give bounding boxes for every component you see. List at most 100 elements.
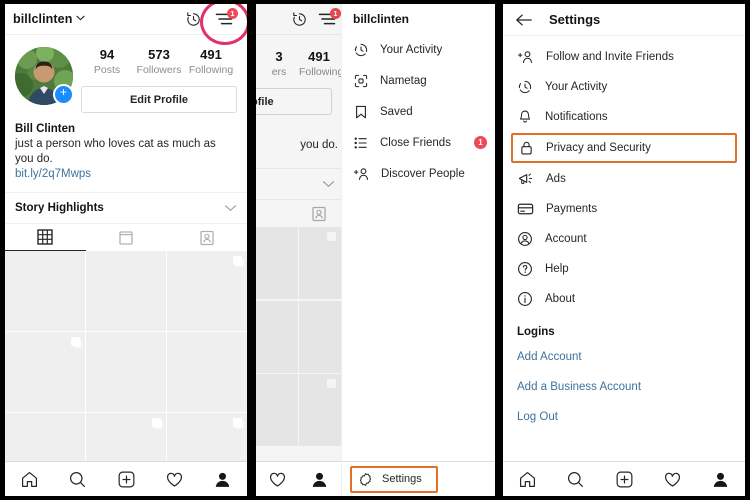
log-out-link[interactable]: Log Out [503, 402, 745, 432]
grid-cell[interactable] [5, 332, 85, 412]
arrow-left-icon[interactable] [515, 13, 533, 27]
bottom-navigation [5, 461, 247, 496]
settings-item-privacy-and-security[interactable]: Privacy and Security [511, 133, 737, 163]
display-name: Bill Clinten [15, 123, 76, 135]
grid-cell[interactable] [86, 332, 166, 412]
chevron-down-icon[interactable] [76, 15, 85, 23]
activity-nav[interactable] [150, 470, 198, 489]
add-business-account-link[interactable]: Add a Business Account [503, 372, 745, 402]
drawer-item-label: Saved [380, 105, 413, 118]
settings-item-follow-and-invite-friends[interactable]: Follow and Invite Friends [503, 42, 745, 72]
drawer-item-nametag[interactable]: Nametag [342, 65, 495, 96]
profile-summary: + 94 Posts 573 Followers 491 Following E… [5, 35, 247, 113]
drawer-item-your-activity[interactable]: Your Activity [342, 34, 495, 65]
nametag-icon [353, 73, 369, 89]
profile-username[interactable]: billclinten [13, 12, 72, 26]
grid-tab[interactable] [5, 224, 86, 251]
settings-item-notifications[interactable]: Notifications [503, 102, 745, 132]
profile-header: billclinten 1 [5, 4, 247, 45]
hamburger-menu-icon[interactable]: 1 [215, 8, 238, 26]
bio-text: just a person who loves cat as much as y… [15, 138, 216, 165]
post-grid [5, 251, 247, 494]
settings-item-label: Notifications [545, 111, 608, 123]
settings-item-your-activity[interactable]: Your Activity [503, 72, 745, 102]
edit-profile-button[interactable]: Edit Profile [81, 86, 237, 113]
tagged-tab[interactable] [166, 224, 247, 251]
drawer-item-label: Discover People [381, 167, 465, 180]
gear-icon [358, 472, 373, 487]
settings-label: Settings [382, 473, 422, 485]
bell-icon [517, 109, 533, 125]
settings-screen: Settings Follow and Invite Friends Your … [503, 4, 745, 496]
grid-cell[interactable] [167, 332, 247, 412]
story-highlights-section[interactable]: Story Highlights [5, 192, 247, 223]
settings-item-label: Ads [546, 173, 566, 185]
close-friends-badge: 1 [474, 136, 487, 149]
stat-followers[interactable]: 573 Followers [133, 47, 185, 78]
lock-icon [519, 140, 534, 156]
activity-nav[interactable] [256, 470, 299, 489]
add-post-nav[interactable] [102, 470, 150, 489]
menu-notification-badge: 1 [227, 8, 238, 19]
profile-nav[interactable] [697, 470, 745, 489]
settings-item-label: About [545, 293, 576, 305]
drawer-item-close-friends[interactable]: Close Friends 1 [342, 127, 495, 158]
chevron-down-icon[interactable] [224, 199, 237, 217]
profile-underlay: 1 3 ers 491 Following ofile you do. [256, 4, 341, 496]
settings-list: Follow and Invite Friends Your Activity … [503, 36, 745, 432]
activity-clock-icon [353, 42, 369, 58]
page-title: Settings [549, 12, 601, 27]
stat-posts[interactable]: 94 Posts [81, 47, 133, 78]
search-nav[interactable] [551, 470, 599, 489]
settings-item-ads[interactable]: Ads [503, 164, 745, 194]
home-nav[interactable] [5, 470, 53, 489]
home-nav[interactable] [503, 470, 551, 489]
drawer-username: billclinten [353, 12, 410, 26]
settings-item-about[interactable]: About [503, 284, 745, 314]
account-circle-icon [517, 231, 533, 247]
avatar-container[interactable]: + [15, 47, 74, 105]
settings-item-account[interactable]: Account [503, 224, 745, 254]
help-circle-icon [517, 261, 533, 277]
add-account-link[interactable]: Add Account [503, 342, 745, 372]
bio-link[interactable]: bit.ly/2q7Mwps [15, 167, 237, 182]
settings-item-payments[interactable]: Payments [503, 194, 745, 224]
stat-following[interactable]: 491 Following [185, 47, 237, 78]
megaphone-icon [517, 171, 534, 187]
following-count: 491 [200, 47, 222, 62]
settings-item-label: Your Activity [545, 81, 608, 93]
followers-label: Followers [136, 64, 182, 76]
profile-nav[interactable] [299, 470, 342, 489]
underlay-bottom-navigation [256, 461, 341, 496]
posts-label: Posts [93, 64, 121, 76]
list-tab[interactable] [86, 224, 167, 251]
posts-count: 94 [99, 47, 115, 62]
settings-item-label: Follow and Invite Friends [546, 51, 674, 63]
activity-clock-icon [517, 79, 533, 95]
side-drawer: billclinten Your Activity Nametag Saved [341, 4, 495, 496]
stats-column: 94 Posts 573 Followers 491 Following Edi… [73, 47, 237, 113]
settings-button[interactable]: Settings [350, 465, 438, 493]
activity-history-icon[interactable] [185, 11, 202, 28]
settings-item-label: Help [545, 263, 569, 275]
settings-item-label: Privacy and Security [546, 142, 651, 154]
drawer-item-label: Close Friends [380, 136, 451, 149]
add-story-button[interactable]: + [53, 84, 74, 105]
profile-nav[interactable] [199, 470, 247, 489]
bottom-navigation [503, 461, 745, 496]
activity-nav[interactable] [648, 470, 696, 489]
story-highlights-label: Story Highlights [15, 202, 104, 214]
drawer-item-discover-people[interactable]: Discover People [342, 158, 495, 189]
add-person-icon [517, 49, 534, 65]
grid-cell[interactable] [5, 251, 85, 331]
drawer-item-saved[interactable]: Saved [342, 96, 495, 127]
drawer-footer: Settings [342, 461, 495, 496]
logins-header: Logins [517, 326, 555, 338]
add-post-nav[interactable] [600, 470, 648, 489]
bookmark-icon [353, 104, 369, 120]
settings-item-help[interactable]: Help [503, 254, 745, 284]
grid-cell[interactable] [86, 251, 166, 331]
search-nav[interactable] [53, 470, 101, 489]
drawer-item-label: Your Activity [380, 43, 443, 56]
grid-cell[interactable] [167, 251, 247, 331]
